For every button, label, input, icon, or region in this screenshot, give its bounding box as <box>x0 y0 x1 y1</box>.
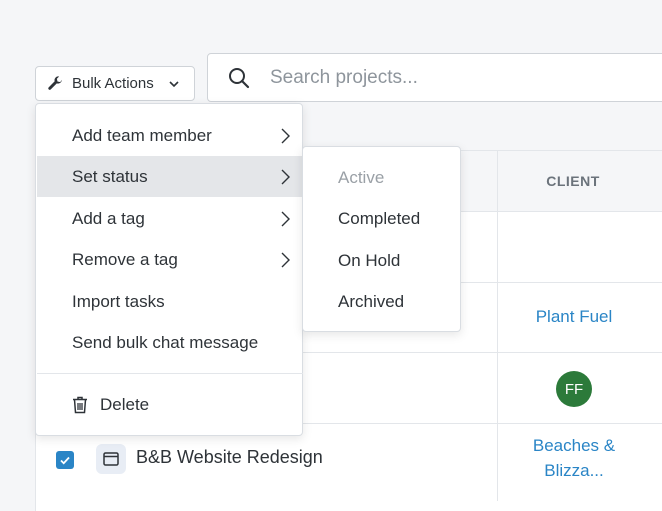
trash-icon <box>73 396 87 413</box>
status-option-active: Active <box>338 167 385 187</box>
menu-item-add-tag[interactable]: Add a tag <box>37 198 303 239</box>
chevron-right-icon <box>281 252 290 268</box>
menu-item-label: Import tasks <box>72 291 165 311</box>
menu-divider <box>37 373 303 374</box>
menu-item-label: Add team member <box>72 125 212 145</box>
column-header-client[interactable]: CLIENT <box>498 151 648 211</box>
menu-item-remove-tag[interactable]: Remove a tag <box>37 239 303 280</box>
menu-item-send-bulk-chat[interactable]: Send bulk chat message <box>37 322 303 363</box>
bulk-actions-label: Bulk Actions <box>72 75 154 92</box>
search-input[interactable] <box>268 65 662 90</box>
status-option-on-hold[interactable]: On Hold <box>303 240 460 281</box>
menu-item-label: Set status <box>72 166 148 186</box>
menu-item-label: Delete <box>100 394 150 414</box>
chevron-down-icon <box>169 80 179 87</box>
search-icon <box>229 67 250 88</box>
chevron-right-icon <box>281 211 290 227</box>
menu-item-set-status[interactable]: Set status <box>37 156 303 197</box>
project-icon <box>96 444 126 474</box>
menu-item-label: Add a tag <box>72 208 145 228</box>
wrench-icon <box>48 75 62 90</box>
project-name[interactable]: B&B Website Redesign <box>136 447 323 468</box>
status-submenu: Active Completed On Hold Archived <box>302 146 461 332</box>
client-link-line1[interactable]: Beaches & <box>498 434 650 458</box>
client-avatar[interactable]: FF <box>556 371 592 407</box>
menu-item-import-tasks[interactable]: Import tasks <box>37 281 303 322</box>
bulk-actions-button[interactable]: Bulk Actions <box>35 66 195 101</box>
row-checkbox[interactable] <box>56 451 74 469</box>
browser-window-icon <box>103 452 119 466</box>
checkmark-icon <box>60 456 70 465</box>
client-link-plant-fuel[interactable]: Plant Fuel <box>498 305 650 329</box>
menu-item-label: Send bulk chat message <box>72 332 259 352</box>
bulk-actions-menu: Add team member Set status Add a tag Rem… <box>35 103 303 436</box>
chevron-right-icon <box>281 128 290 144</box>
menu-item-add-team-member[interactable]: Add team member <box>37 115 303 156</box>
menu-item-label: Remove a tag <box>72 249 178 269</box>
status-option-archived[interactable]: Archived <box>303 281 460 322</box>
status-option-completed[interactable]: Completed <box>303 198 460 239</box>
chevron-right-icon <box>281 169 290 185</box>
menu-item-delete[interactable]: Delete <box>37 384 303 425</box>
search-bar <box>207 53 662 102</box>
client-link-line2[interactable]: Blizza... <box>498 459 650 483</box>
